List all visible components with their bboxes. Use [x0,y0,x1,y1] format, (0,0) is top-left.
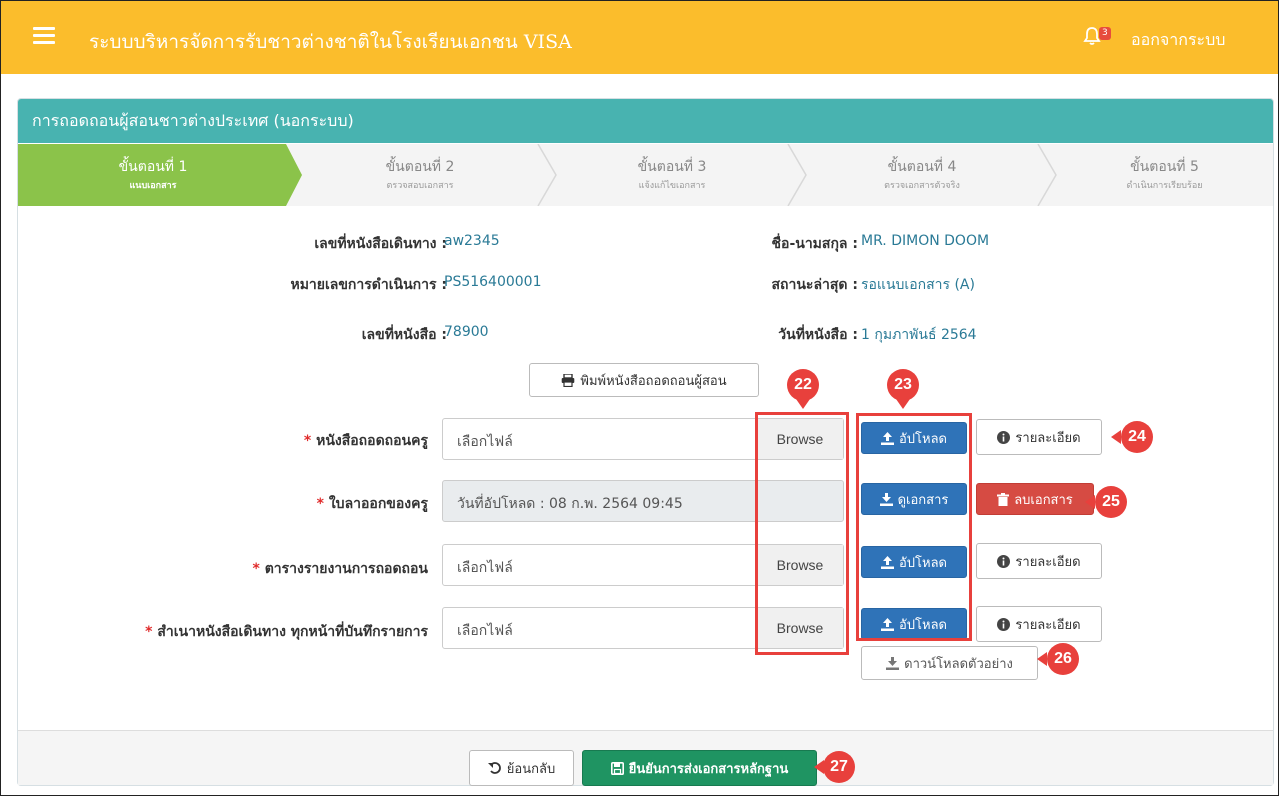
name-value: MR. DIMON DOOM [861,233,990,249]
step-3-title: ขั้นตอนที่ 3 [637,159,707,175]
callout-22-marker: 22 [787,369,819,401]
notification-bell[interactable]: 3 [1083,25,1111,49]
operation-label: หมายเลขการดำเนินการ : [290,277,447,293]
operation-value: PS516400001 [444,274,542,290]
callout-23-pointer [896,399,910,409]
step-4-subtitle: ตรวจเอกสารตัวจริง [884,181,960,191]
doc-date-label: วันที่หนังสือ : [778,327,858,343]
step-1: ขั้นตอนที่ 1 แนบเอกสาร [18,144,288,206]
notification-count-badge: 3 [1099,27,1111,40]
callout-22-pointer [796,399,810,409]
app-title: ระบบบริหารจัดการรับชาวต่างชาติในโรงเรียน… [89,31,572,53]
name-label: ชื่อ-นามสกุล : [771,236,858,252]
doc-row-1-label: * หนังสือถอดถอนครู [303,433,428,449]
back-button[interactable]: ย้อนกลับ [469,750,574,786]
callout-26-marker: 26 [1047,643,1079,675]
download-icon [886,656,900,670]
status-label: สถานะล่าสุด : [771,277,858,293]
panel-title: การถอดถอนผู้สอนชาวต่างประเทศ (นอกระบบ) [18,99,1273,143]
step-5-title: ขั้นตอนที่ 5 [1130,159,1199,175]
print-button-label: พิมพ์หนังสือถอดถอนผู้สอน [580,373,727,389]
step-5: ขั้นตอนที่ 5 ดำเนินการเรียบร้อย [1056,144,1273,206]
callout-25-pointer [1085,495,1095,509]
step-1-title: ขั้นตอนที่ 1 [118,159,188,175]
doc-row-3-details-button[interactable]: รายละเอียด [976,543,1102,579]
trash-icon [997,492,1010,506]
info-icon [997,617,1011,631]
step-2: ขั้นตอนที่ 2 ตรวจสอบเอกสาร [302,144,538,206]
callout-27-pointer [814,760,824,774]
step-2-subtitle: ตรวจสอบเอกสาร [386,181,454,191]
step-1-subtitle: แนบเอกสาร [129,181,177,191]
callout-25-marker: 25 [1095,486,1127,518]
callout-24-marker: 24 [1121,421,1153,453]
passport-value: aw2345 [444,233,500,249]
doc-row-4-details-button[interactable]: รายละเอียด [976,606,1102,642]
doc-row-4-file-text: เลือกไฟล์ [457,623,513,639]
save-icon [610,761,624,775]
doc-number-value: 78900 [444,324,489,340]
app-window: ระบบบริหารจัดการรับชาวต่างชาติในโรงเรียน… [0,0,1279,796]
step-2-title: ขั้นตอนที่ 2 [385,159,455,175]
info-icon [997,430,1011,444]
step-3: ขั้นตอนที่ 3 แจ้งแก้ไขเอกสาร [556,144,788,206]
undo-icon [487,762,501,774]
step-wizard: ขั้นตอนที่ 1 แนบเอกสาร ขั้นตอนที่ 2 ตรวจ… [18,144,1273,206]
doc-row-3-file-text: เลือกไฟล์ [457,560,513,576]
doc-row-2-delete-button[interactable]: ลบเอกสาร [976,483,1094,515]
top-navbar: ระบบบริหารจัดการรับชาวต่างชาติในโรงเรียน… [1,1,1278,74]
step-4-title: ขั้นตอนที่ 4 [887,159,957,175]
callout-24-pointer [1111,430,1121,444]
step-5-subtitle: ดำเนินการเรียบร้อย [1126,181,1203,191]
callout-27-marker: 27 [823,751,855,783]
confirm-submit-button[interactable]: ยืนยันการส่งเอกสารหลักฐาน [582,750,817,786]
doc-row-1-details-button[interactable]: รายละเอียด [976,419,1102,455]
step-3-subtitle: แจ้งแก้ไขเอกสาร [638,181,706,191]
logout-link[interactable]: ออกจากระบบ [1131,28,1225,53]
doc-row-2-label: * ใบลาออกของครู [316,496,428,512]
menu-icon[interactable] [33,27,55,45]
doc-number-label: เลขที่หนังสือ : [361,327,447,343]
print-withdrawal-letter-button[interactable]: พิมพ์หนังสือถอดถอนผู้สอน [529,363,759,397]
doc-row-1-file-text: เลือกไฟล์ [457,434,513,450]
callout-22-highlight [755,412,849,655]
passport-label: เลขที่หนังสือเดินทาง : [314,236,447,252]
doc-date-value: 1 กุมภาพันธ์ 2564 [861,327,977,343]
doc-row-3-label: * ตารางรายงานการถอดถอน [252,561,428,577]
doc-row-2-upload-date: วันที่อัปโหลด : 08 ก.พ. 2564 09:45 [457,496,683,512]
callout-26-pointer [1037,652,1047,666]
download-sample-button[interactable]: ดาวน์โหลดตัวอย่าง [861,646,1038,680]
step-4: ขั้นตอนที่ 4 ตรวจเอกสารตัวจริง [806,144,1038,206]
doc-row-4-label: * สำเนาหนังสือเดินทาง ทุกหน้าที่บันทึกรา… [145,624,428,640]
info-icon [997,554,1011,568]
callout-23-marker: 23 [887,369,919,401]
callout-23-highlight [856,413,972,641]
printer-icon [562,373,575,387]
status-value: รอแนบเอกสาร (A) [861,277,975,293]
